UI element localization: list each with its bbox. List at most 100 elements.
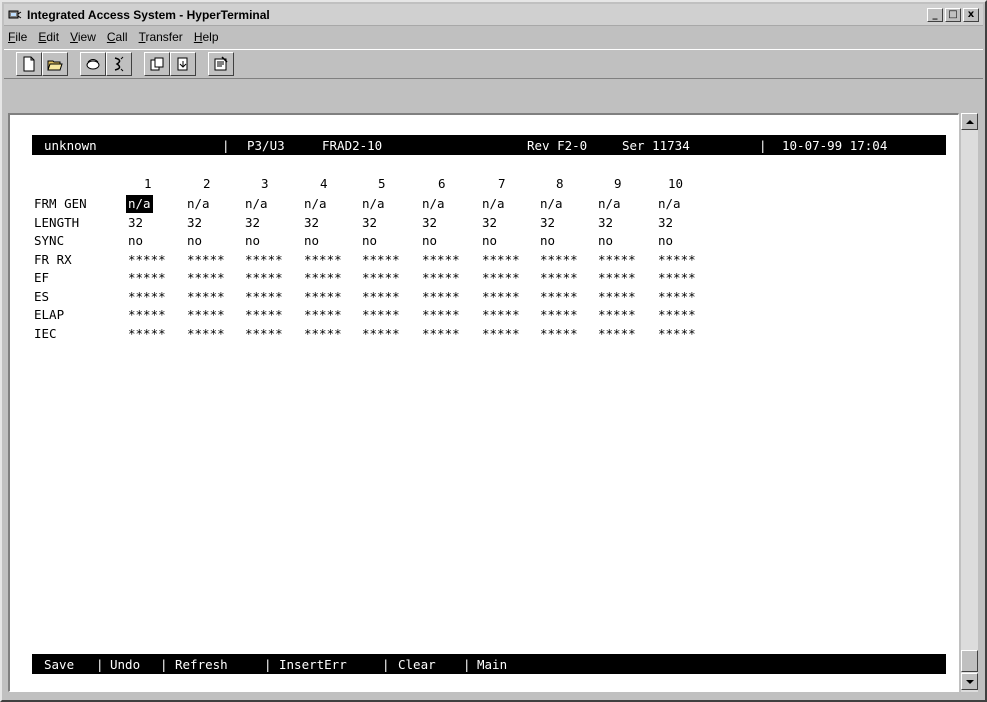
- stat-cell[interactable]: *****: [658, 306, 696, 324]
- stat-cell[interactable]: *****: [422, 269, 460, 287]
- stat-cell[interactable]: no: [187, 232, 202, 250]
- stat-cell[interactable]: *****: [658, 269, 696, 287]
- stat-cell[interactable]: *****: [304, 288, 342, 306]
- properties-button[interactable]: [208, 52, 234, 76]
- scroll-down-button[interactable]: [961, 673, 978, 690]
- command-inserterr[interactable]: InsertErr: [279, 657, 347, 672]
- stat-cell[interactable]: *****: [482, 251, 520, 269]
- stat-cell[interactable]: *****: [658, 251, 696, 269]
- stat-cell[interactable]: *****: [304, 325, 342, 343]
- open-button[interactable]: [42, 52, 68, 76]
- stat-cell[interactable]: *****: [482, 288, 520, 306]
- stat-cell[interactable]: *****: [422, 288, 460, 306]
- stat-cell[interactable]: *****: [540, 269, 578, 287]
- stat-cell[interactable]: 32: [598, 214, 613, 232]
- stat-cell[interactable]: *****: [482, 306, 520, 324]
- stat-cell[interactable]: *****: [128, 306, 166, 324]
- stat-cell[interactable]: *****: [362, 288, 400, 306]
- stat-cell[interactable]: *****: [598, 325, 636, 343]
- receive-button[interactable]: [170, 52, 196, 76]
- vertical-scrollbar[interactable]: [961, 113, 978, 692]
- menu-file[interactable]: File: [8, 30, 27, 44]
- stat-cell[interactable]: *****: [245, 251, 283, 269]
- stat-cell[interactable]: no: [598, 232, 613, 250]
- menu-help[interactable]: Help: [194, 30, 219, 44]
- stat-cell[interactable]: no: [422, 232, 437, 250]
- stat-cell[interactable]: n/a: [540, 195, 563, 213]
- scroll-thumb[interactable]: [961, 650, 978, 672]
- title-bar[interactable]: Integrated Access System - HyperTerminal…: [4, 4, 983, 26]
- stat-cell[interactable]: *****: [304, 251, 342, 269]
- stat-cell[interactable]: no: [540, 232, 555, 250]
- stat-cell[interactable]: *****: [245, 269, 283, 287]
- stat-cell[interactable]: 32: [362, 214, 377, 232]
- command-clear[interactable]: Clear: [398, 657, 436, 672]
- maximize-button[interactable]: □: [945, 7, 961, 22]
- stat-cell[interactable]: no: [362, 232, 377, 250]
- stat-cell[interactable]: n/a: [362, 195, 385, 213]
- stat-cell[interactable]: *****: [540, 288, 578, 306]
- new-connection-button[interactable]: [16, 52, 42, 76]
- stat-cell[interactable]: no: [658, 232, 673, 250]
- menu-view[interactable]: View: [70, 30, 96, 44]
- command-main[interactable]: Main: [477, 657, 507, 672]
- stat-cell[interactable]: *****: [187, 251, 225, 269]
- stat-cell[interactable]: 32: [245, 214, 260, 232]
- command-undo[interactable]: Undo: [110, 657, 140, 672]
- stat-cell[interactable]: *****: [245, 306, 283, 324]
- stat-cell[interactable]: *****: [540, 306, 578, 324]
- command-save[interactable]: Save: [44, 657, 74, 672]
- send-button[interactable]: [144, 52, 170, 76]
- stat-cell[interactable]: no: [304, 232, 319, 250]
- stat-cell[interactable]: 32: [540, 214, 555, 232]
- stat-cell[interactable]: *****: [187, 325, 225, 343]
- selected-field[interactable]: n/a: [126, 195, 153, 213]
- stat-cell[interactable]: *****: [482, 269, 520, 287]
- command-refresh[interactable]: Refresh: [175, 657, 228, 672]
- stat-cell[interactable]: *****: [128, 251, 166, 269]
- menu-edit[interactable]: Edit: [38, 30, 59, 44]
- terminal-screen[interactable]: unknown | P3/U3 FRAD2-10 Rev F2-0 Ser 11…: [32, 135, 946, 675]
- stat-cell[interactable]: 32: [422, 214, 437, 232]
- stat-cell[interactable]: *****: [422, 251, 460, 269]
- stat-cell[interactable]: n/a: [187, 195, 210, 213]
- stat-cell[interactable]: *****: [540, 325, 578, 343]
- menu-call[interactable]: Call: [107, 30, 128, 44]
- stat-cell[interactable]: *****: [598, 269, 636, 287]
- stat-cell[interactable]: n/a: [245, 195, 268, 213]
- menu-transfer[interactable]: Transfer: [139, 30, 183, 44]
- stat-cell[interactable]: no: [245, 232, 260, 250]
- stat-cell[interactable]: *****: [362, 325, 400, 343]
- stat-cell[interactable]: no: [482, 232, 497, 250]
- stat-cell[interactable]: *****: [540, 251, 578, 269]
- stat-cell[interactable]: n/a: [658, 195, 681, 213]
- close-button[interactable]: x: [963, 7, 979, 22]
- stat-cell[interactable]: *****: [598, 306, 636, 324]
- stat-cell[interactable]: n/a: [598, 195, 621, 213]
- disconnect-button[interactable]: [106, 52, 132, 76]
- stat-cell[interactable]: *****: [482, 325, 520, 343]
- stat-cell[interactable]: *****: [362, 269, 400, 287]
- stat-cell[interactable]: 32: [482, 214, 497, 232]
- stat-cell[interactable]: *****: [128, 325, 166, 343]
- stat-cell[interactable]: no: [128, 232, 143, 250]
- stat-cell[interactable]: *****: [422, 325, 460, 343]
- stat-cell[interactable]: *****: [187, 288, 225, 306]
- stat-cell[interactable]: *****: [658, 325, 696, 343]
- stat-cell[interactable]: *****: [245, 325, 283, 343]
- connect-button[interactable]: [80, 52, 106, 76]
- stat-cell[interactable]: *****: [187, 306, 225, 324]
- stat-cell[interactable]: *****: [187, 269, 225, 287]
- stat-cell[interactable]: n/a: [304, 195, 327, 213]
- scroll-up-button[interactable]: [961, 113, 978, 130]
- stat-cell[interactable]: 32: [304, 214, 319, 232]
- minimize-button[interactable]: _: [927, 7, 943, 22]
- stat-cell[interactable]: *****: [245, 288, 283, 306]
- stat-cell[interactable]: 32: [128, 214, 143, 232]
- stat-cell[interactable]: *****: [304, 306, 342, 324]
- stat-cell[interactable]: *****: [128, 288, 166, 306]
- stat-cell[interactable]: 32: [187, 214, 202, 232]
- stat-cell[interactable]: *****: [362, 251, 400, 269]
- stat-cell[interactable]: 32: [658, 214, 673, 232]
- stat-cell[interactable]: *****: [128, 269, 166, 287]
